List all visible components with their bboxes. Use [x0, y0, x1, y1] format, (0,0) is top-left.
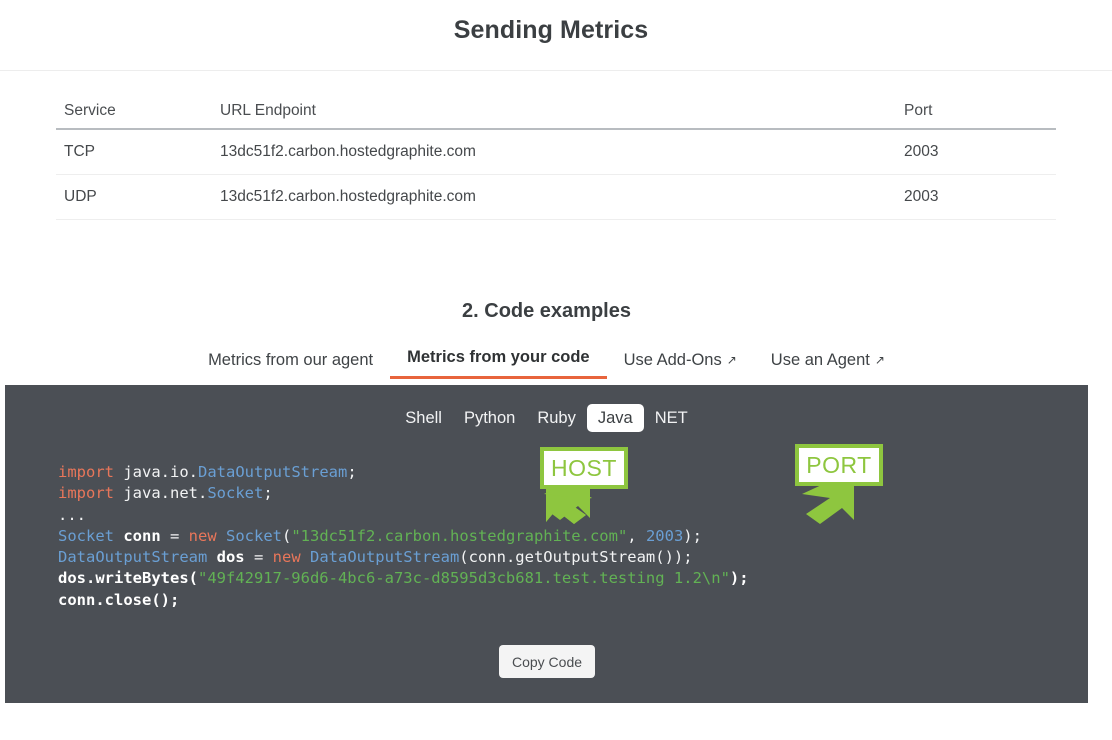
- page-title: Sending Metrics: [453, 16, 649, 44]
- code-keyword-import: import: [58, 484, 114, 503]
- language-tab-python[interactable]: Python: [453, 404, 526, 432]
- port-annotation-label: PORT: [795, 444, 883, 486]
- code-punct: (: [282, 526, 292, 545]
- code-type: Socket: [207, 484, 264, 503]
- cell-service: UDP: [56, 174, 216, 220]
- code-keyword-new: new: [188, 526, 217, 545]
- code-variable: conn: [114, 526, 170, 545]
- cell-url-endpoint: 13dc51f2.carbon.hostedgraphite.com: [216, 174, 896, 220]
- code-constructor: DataOutputStream: [300, 548, 460, 567]
- code-punct: );: [683, 526, 702, 545]
- code-snippet-java: import java.io.DataOutputStream; import …: [58, 462, 749, 611]
- cell-service: TCP: [56, 129, 216, 175]
- tab-use-an-agent[interactable]: Use an Agent ↗: [754, 351, 902, 379]
- section-heading-code-examples: 2. Code examples: [462, 300, 631, 322]
- code-type: DataOutputStream: [198, 463, 348, 481]
- tab-label: Metrics from our agent: [208, 351, 374, 369]
- code-method-call: dos.writeBytes(: [58, 569, 198, 588]
- code-number-port: 2003: [645, 526, 684, 545]
- page-header: Sending Metrics: [0, 0, 1112, 71]
- code-keyword-import: import: [58, 463, 114, 481]
- language-tab-ruby[interactable]: Ruby: [526, 404, 587, 432]
- column-header-port: Port: [896, 98, 1056, 130]
- code-method-call: conn.close();: [58, 590, 180, 609]
- code-package: java.net.: [114, 484, 208, 503]
- tab-metrics-from-your-code[interactable]: Metrics from your code: [390, 348, 607, 379]
- copy-code-button[interactable]: Copy Code: [499, 645, 595, 678]
- code-string-host: "13dc51f2.carbon.hostedgraphite.com": [291, 526, 628, 545]
- host-annotation-label: HOST: [540, 447, 628, 489]
- external-link-icon: ↗: [874, 353, 885, 367]
- language-tab-net[interactable]: NET: [644, 404, 699, 432]
- tab-label: Use an Agent: [770, 351, 870, 369]
- column-header-url-endpoint: URL Endpoint: [216, 98, 896, 130]
- language-tab-java[interactable]: Java: [586, 404, 644, 432]
- code-type: Socket: [58, 526, 114, 545]
- table-row: TCP 13dc51f2.carbon.hostedgraphite.com 2…: [56, 129, 1056, 175]
- language-selector: Shell Python Ruby Java NET: [5, 404, 1088, 432]
- code-punct: ;: [263, 484, 273, 503]
- code-example-tabs: Metrics from our agent Metrics from your…: [0, 348, 1093, 379]
- code-punct: ;: [347, 463, 357, 481]
- code-package: java.io.: [114, 463, 198, 481]
- code-operator: =: [253, 548, 273, 567]
- code-operator: =: [170, 526, 189, 545]
- code-variable: dos: [207, 548, 254, 567]
- cell-url-endpoint: 13dc51f2.carbon.hostedgraphite.com: [216, 129, 896, 175]
- tab-metrics-from-our-agent[interactable]: Metrics from our agent: [191, 351, 390, 379]
- code-ellipsis: ...: [58, 505, 86, 524]
- code-string-metric: "49f42917-96d6-4bc6-a73c-d8595d3cb681.te…: [197, 569, 730, 588]
- table-row: UDP 13dc51f2.carbon.hostedgraphite.com 2…: [56, 174, 1056, 220]
- tab-use-add-ons[interactable]: Use Add-Ons ↗: [607, 351, 754, 379]
- cell-port: 2003: [896, 129, 1056, 175]
- code-constructor: Socket: [216, 526, 282, 545]
- endpoints-table-container: Service URL Endpoint Port TCP 13dc51f2.c…: [56, 98, 1056, 226]
- tab-label: Metrics from your code: [407, 348, 590, 366]
- column-header-service: Service: [56, 98, 216, 130]
- code-arguments: (conn.getOutputStream());: [459, 548, 693, 567]
- external-link-icon: ↗: [726, 353, 737, 367]
- table-header-row: Service URL Endpoint Port: [56, 98, 1056, 130]
- tab-label: Use Add-Ons: [623, 351, 722, 369]
- language-tab-shell[interactable]: Shell: [394, 404, 453, 432]
- code-keyword-new: new: [272, 548, 301, 567]
- code-type: DataOutputStream: [58, 548, 208, 567]
- code-punct: ,: [627, 526, 646, 545]
- cell-port: 2003: [896, 174, 1056, 220]
- code-punct: );: [729, 569, 749, 588]
- endpoints-table: Service URL Endpoint Port TCP 13dc51f2.c…: [56, 98, 1056, 220]
